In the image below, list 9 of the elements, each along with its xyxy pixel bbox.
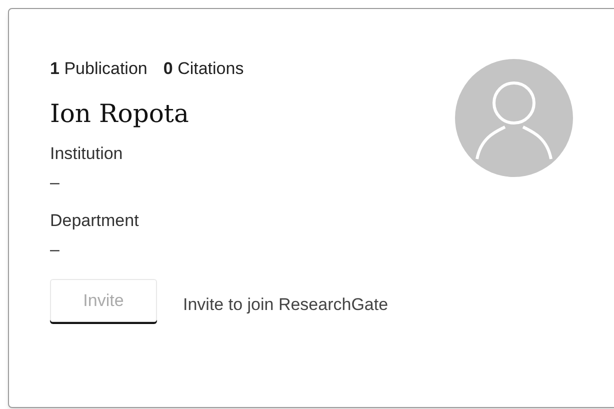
avatar-icon	[455, 59, 573, 177]
field-value: –	[50, 172, 60, 194]
stat-count: 1 Publication	[50, 58, 148, 80]
field-label: Department	[50, 210, 140, 232]
invite-text: Invite to join ResearchGate	[183, 294, 388, 316]
stat-count: 0 Citations	[163, 58, 244, 80]
field-label: Institution	[50, 142, 124, 165]
field-value: –	[50, 239, 60, 262]
profile-name: Ion Ropota	[50, 98, 190, 129]
